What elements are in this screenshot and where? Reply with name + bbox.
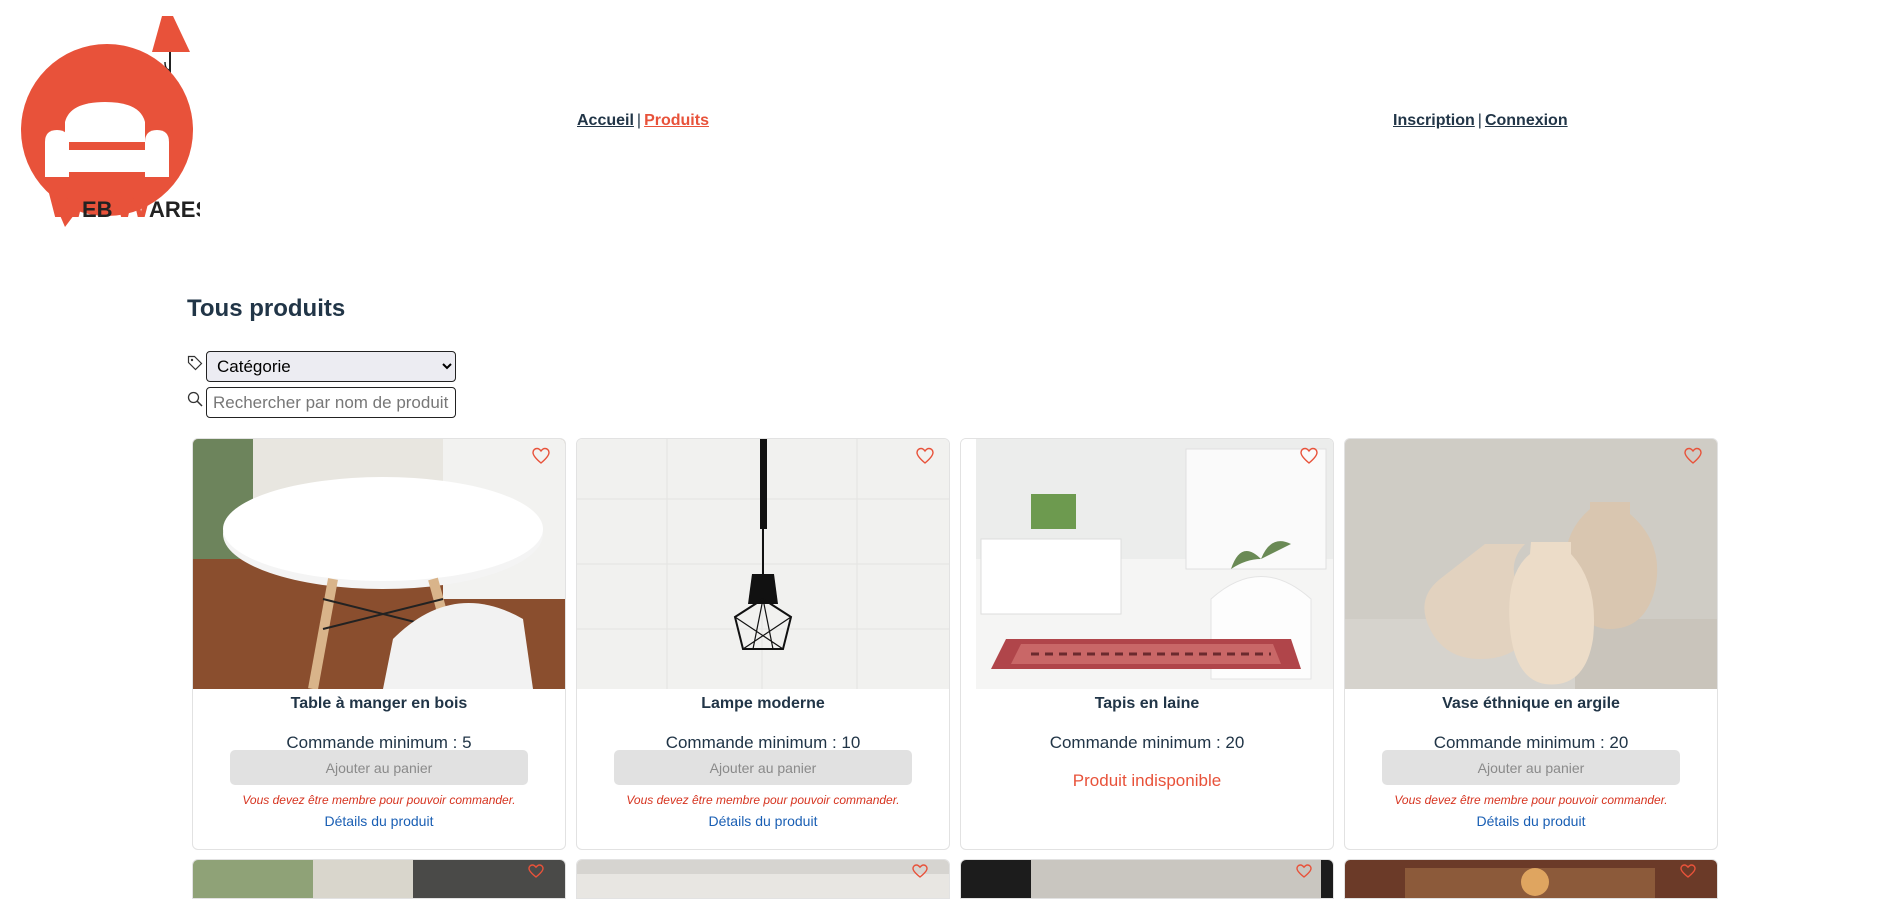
svg-text:W: W <box>114 182 152 226</box>
product-details-link[interactable]: Détails du produit <box>577 813 949 829</box>
product-image[interactable] <box>961 439 1333 689</box>
product-card <box>1344 859 1718 899</box>
svg-text:W: W <box>48 182 86 226</box>
webwares-logo[interactable]: W EB W ARES <box>10 12 210 232</box>
nav-separator: | <box>1477 112 1482 129</box>
member-warning: Vous devez être membre pour pouvoir comm… <box>1394 793 1668 807</box>
product-name: Lampe moderne <box>701 695 825 712</box>
product-card: Table à manger en bois Commande minimum … <box>192 438 566 850</box>
product-image[interactable] <box>961 860 1334 899</box>
search-icon <box>187 391 203 407</box>
svg-text:EB: EB <box>82 197 113 222</box>
add-to-cart-button[interactable]: Ajouter au panier <box>1382 750 1680 785</box>
product-card <box>192 859 566 899</box>
heart-icon[interactable] <box>915 447 935 465</box>
member-warning: Vous devez être membre pour pouvoir comm… <box>242 793 516 807</box>
min-order: Commande minimum : 20 <box>1049 733 1245 752</box>
nav-produits-link[interactable]: Produits <box>644 112 709 129</box>
nav-connexion-link[interactable]: Connexion <box>1485 112 1568 129</box>
nav-accueil-link[interactable]: Accueil <box>577 112 634 129</box>
heart-icon[interactable] <box>1299 447 1319 465</box>
page-title: Tous produits <box>187 295 346 322</box>
product-card: Lampe moderne Commande minimum : 10 Ajou… <box>576 438 950 850</box>
svg-text:ARES: ARES <box>149 197 200 222</box>
product-image[interactable] <box>193 860 566 899</box>
add-to-cart-button[interactable]: Ajouter au panier <box>614 750 912 785</box>
auth-nav: Inscription | Connexion <box>1393 112 1568 130</box>
unavailable-status: Produit indisponible <box>1072 771 1222 790</box>
tag-icon <box>187 355 203 370</box>
product-card <box>576 859 950 899</box>
product-name: Table à manger en bois <box>290 695 468 712</box>
search-filter <box>187 387 456 418</box>
product-image[interactable] <box>193 439 565 689</box>
product-name: Tapis en laine <box>1094 695 1200 712</box>
product-image[interactable] <box>577 860 950 899</box>
heart-icon[interactable] <box>1683 447 1703 465</box>
nav-inscription-link[interactable]: Inscription <box>1393 112 1475 129</box>
search-input[interactable] <box>206 387 456 418</box>
product-card <box>960 859 1334 899</box>
product-name: Vase éthnique en argile <box>1442 695 1620 712</box>
product-image[interactable] <box>577 439 949 689</box>
product-details-link[interactable]: Détails du produit <box>1345 813 1717 829</box>
main-nav: Accueil | Produits <box>577 112 709 130</box>
category-filter: Catégorie <box>187 351 456 382</box>
category-select[interactable]: Catégorie <box>206 351 456 382</box>
nav-separator: | <box>636 112 642 129</box>
add-to-cart-button[interactable]: Ajouter au panier <box>230 750 528 785</box>
member-warning: Vous devez être membre pour pouvoir comm… <box>626 793 900 807</box>
heart-icon[interactable] <box>531 447 551 465</box>
product-details-link[interactable]: Détails du produit <box>193 813 565 829</box>
product-image[interactable] <box>1345 439 1717 689</box>
product-card: Tapis en laine Commande minimum : 20 Pro… <box>960 438 1334 850</box>
product-image[interactable] <box>1345 860 1718 899</box>
product-card: Vase éthnique en argile Commande minimum… <box>1344 438 1718 850</box>
